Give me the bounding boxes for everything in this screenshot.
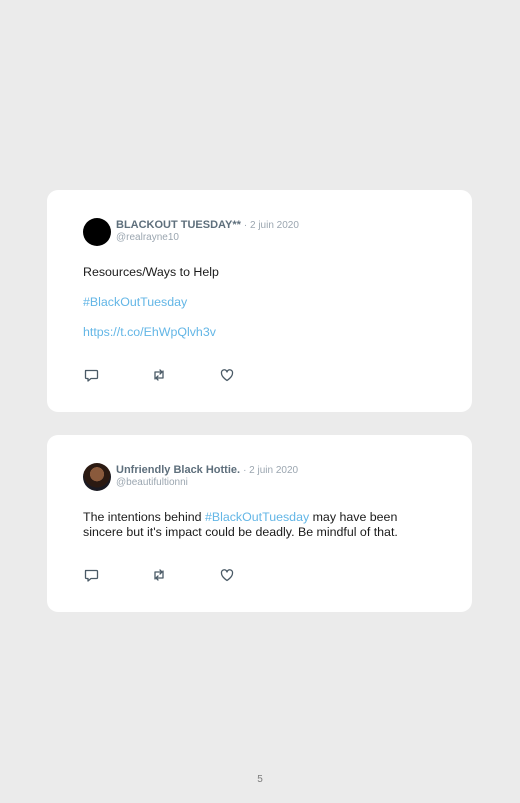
avatar[interactable] [83, 463, 111, 491]
reply-button[interactable] [83, 567, 99, 583]
retweet-button[interactable] [151, 567, 167, 583]
tweet-card[interactable]: BLACKOUT TUESDAY** · 2 juin 2020 @realra… [47, 190, 472, 412]
tweet-header: BLACKOUT TUESDAY** · 2 juin 2020 @realra… [83, 218, 299, 246]
tweet-text: The intentions behind #BlackOutTuesday m… [83, 510, 432, 540]
tweet-card[interactable]: Unfriendly Black Hottie. · 2 juin 2020 @… [47, 435, 472, 612]
tweet-actions [83, 367, 287, 383]
user-info: BLACKOUT TUESDAY** · 2 juin 2020 @realra… [116, 220, 299, 243]
tweet-text-line: Resources/Ways to Help [83, 265, 219, 279]
display-name[interactable]: Unfriendly Black Hottie. [116, 465, 240, 477]
like-button[interactable] [219, 367, 235, 383]
reply-button[interactable] [83, 367, 99, 383]
url-link[interactable]: https://t.co/EhWpQlvh3v [83, 325, 216, 339]
hashtag-link[interactable]: #BlackOutTuesday [83, 295, 187, 309]
tweet-actions [83, 567, 287, 583]
name-line: BLACKOUT TUESDAY** · 2 juin 2020 [116, 220, 299, 232]
display-name[interactable]: BLACKOUT TUESDAY** [116, 220, 241, 232]
like-icon [220, 569, 234, 582]
reply-icon [84, 569, 99, 582]
user-handle[interactable]: @realrayne10 [116, 233, 299, 244]
retweet-button[interactable] [151, 367, 167, 383]
avatar[interactable] [83, 218, 111, 246]
user-info: Unfriendly Black Hottie. · 2 juin 2020 @… [116, 465, 298, 488]
retweet-icon [154, 369, 164, 381]
like-button[interactable] [219, 567, 235, 583]
retweet-icon [154, 569, 164, 581]
like-icon [220, 369, 234, 382]
tweet-header: Unfriendly Black Hottie. · 2 juin 2020 @… [83, 463, 298, 491]
name-line: Unfriendly Black Hottie. · 2 juin 2020 [116, 465, 298, 477]
page-number: 5 [257, 774, 263, 785]
hashtag-link[interactable]: #BlackOutTuesday [205, 510, 309, 524]
tweet-text-segment: The intentions behind [83, 510, 205, 524]
reply-icon [84, 369, 99, 382]
user-handle[interactable]: @beautifultionni [116, 478, 298, 489]
tweet-date[interactable]: · 2 juin 2020 [243, 466, 298, 477]
tweet-date[interactable]: · 2 juin 2020 [244, 221, 299, 232]
